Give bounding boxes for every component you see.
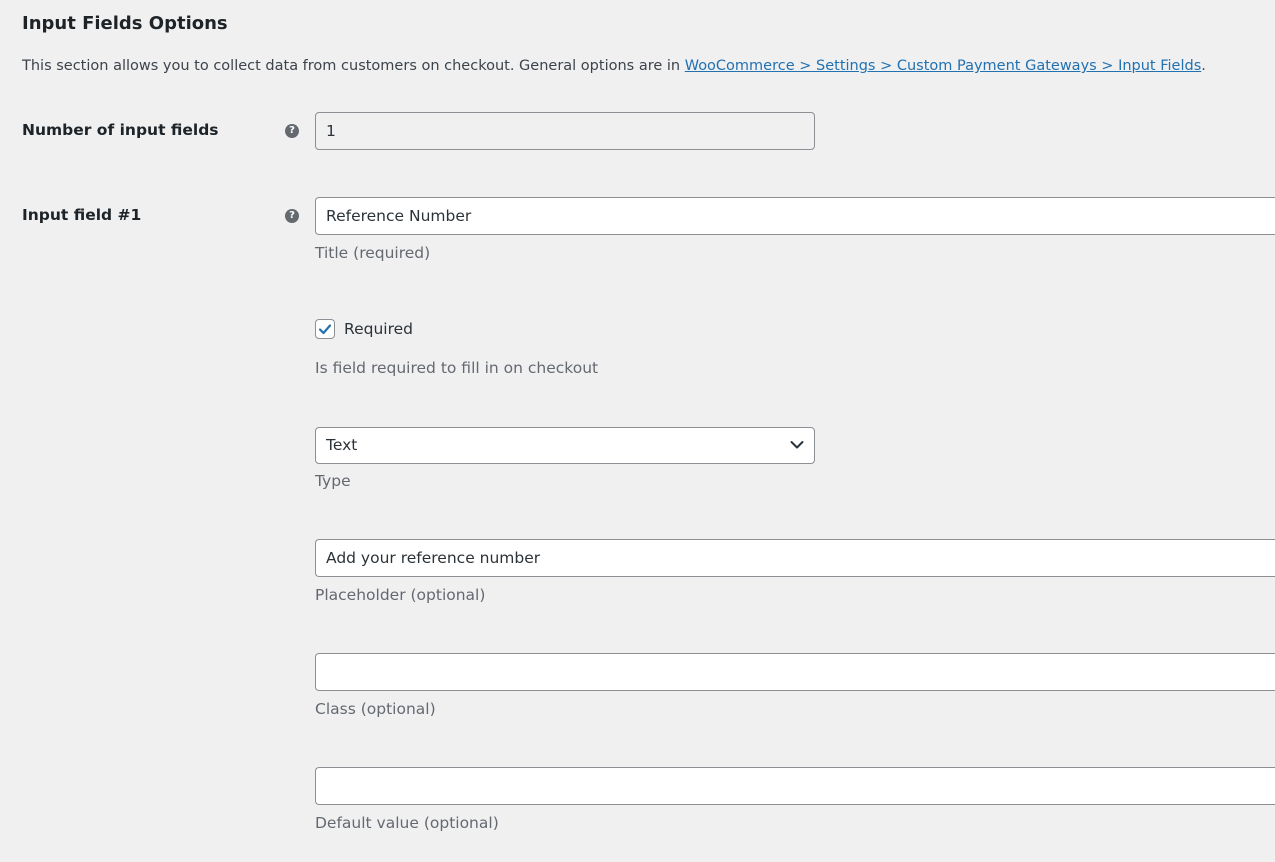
chevron-down-icon	[790, 441, 804, 449]
number-of-fields-input[interactable]	[315, 112, 815, 150]
required-hint: Is field required to fill in on checkout	[315, 359, 599, 377]
number-of-fields-label: Number of input fields	[22, 121, 219, 139]
type-select[interactable]: Text	[315, 427, 815, 464]
field-class-input[interactable]	[315, 653, 1275, 691]
input-fields-options-page: Input Fields Options This section allows…	[0, 0, 1275, 862]
field-default-value-input[interactable]	[315, 767, 1275, 805]
section-description: This section allows you to collect data …	[22, 56, 1206, 76]
section-title: Input Fields Options	[22, 13, 228, 34]
placeholder-hint: Placeholder (optional)	[315, 586, 486, 604]
settings-link[interactable]: WooCommerce > Settings > Custom Payment …	[685, 58, 1202, 74]
section-description-end: .	[1201, 58, 1206, 74]
input-field-1-label: Input field #1	[22, 206, 142, 224]
help-tip-icon[interactable]: ?	[285, 209, 299, 223]
help-tip-icon[interactable]: ?	[285, 124, 299, 138]
section-description-text: This section allows you to collect data …	[22, 58, 685, 74]
default-value-hint: Default value (optional)	[315, 814, 499, 832]
field-title-input[interactable]	[315, 197, 1275, 235]
field-title-hint: Title (required)	[315, 244, 431, 262]
required-checkbox[interactable]	[315, 319, 335, 339]
required-label[interactable]: Required	[344, 318, 413, 340]
type-select-value: Text	[326, 436, 358, 454]
field-placeholder-input[interactable]	[315, 539, 1275, 577]
type-hint: Type	[315, 472, 351, 490]
checkmark-icon	[318, 324, 332, 335]
class-hint: Class (optional)	[315, 700, 436, 718]
